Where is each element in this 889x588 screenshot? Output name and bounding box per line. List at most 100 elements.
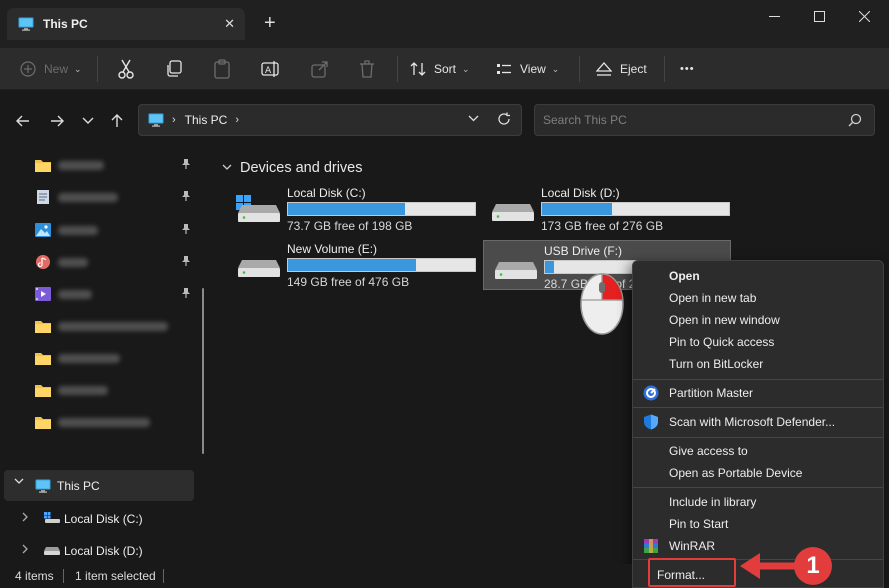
sidebar-item-local-disk-c[interactable]: Local Disk (C:) <box>4 503 194 533</box>
menu-item-turn-on-bitlocker[interactable]: Turn on BitLocker <box>637 353 879 375</box>
view-label: View <box>520 62 546 76</box>
forward-button[interactable] <box>46 110 68 132</box>
drive-icon <box>44 547 60 555</box>
drive-name: USB Drive (F:) <box>544 244 622 258</box>
this-pc-icon <box>35 479 51 493</box>
menu-item-label: Partition Master <box>669 386 754 400</box>
arrow-up-icon <box>111 114 123 127</box>
refresh-icon[interactable] <box>497 112 511 129</box>
menu-item-give-access[interactable]: Give access to <box>637 440 879 462</box>
sidebar-scrollbar[interactable] <box>202 288 204 454</box>
quick-access-item[interactable] <box>0 311 200 341</box>
new-button[interactable]: New ⌄ <box>20 56 82 82</box>
sidebar-item-local-disk-d[interactable]: Local Disk (D:) <box>4 535 194 564</box>
blurred-label <box>58 226 98 235</box>
menu-item-partition-master[interactable]: Partition Master <box>637 382 879 404</box>
view-button[interactable]: View ⌄ <box>496 56 559 82</box>
breadcrumb-chevron-icon[interactable]: › <box>172 114 176 126</box>
toolbar-divider <box>397 56 398 82</box>
eject-icon <box>596 62 612 76</box>
quick-access-item[interactable] <box>0 279 200 309</box>
sort-button[interactable]: Sort ⌄ <box>410 56 470 82</box>
drive-free-text: 173 GB free of 276 GB <box>541 219 664 233</box>
menu-item-include-library[interactable]: Include in library <box>637 491 879 513</box>
group-header-devices[interactable]: Devices and drives <box>222 160 363 176</box>
close-window-button[interactable] <box>848 6 880 26</box>
paste-button[interactable] <box>213 56 231 82</box>
up-button[interactable] <box>106 110 128 132</box>
menu-item-pin-quick-access[interactable]: Pin to Quick access <box>637 331 879 353</box>
chevron-right-icon[interactable] <box>22 544 30 554</box>
chevron-down-icon: ⌄ <box>74 63 82 74</box>
pin-icon <box>182 191 190 201</box>
search-input[interactable] <box>535 105 835 135</box>
toolbar-divider <box>579 56 580 82</box>
breadcrumb-chevron-icon[interactable]: › <box>235 114 239 126</box>
quick-access-item[interactable] <box>0 375 200 405</box>
status-divider <box>63 569 64 583</box>
recent-locations-button[interactable] <box>77 110 99 132</box>
drive-usage-fill <box>288 203 406 215</box>
quick-access-item[interactable] <box>0 407 200 437</box>
rename-button[interactable]: A <box>261 56 279 82</box>
partition-master-icon <box>643 385 659 401</box>
quick-access-item[interactable] <box>0 150 200 180</box>
menu-item-open-in-new-window[interactable]: Open in new window <box>637 309 879 331</box>
quick-access-item[interactable] <box>0 215 200 245</box>
chevron-down-icon <box>222 164 232 170</box>
drive-name: Local Disk (C:) <box>287 186 366 200</box>
close-tab-icon[interactable]: ✕ <box>224 16 235 32</box>
plus-circle-icon <box>20 61 36 77</box>
share-button[interactable] <box>311 56 329 82</box>
tab-this-pc[interactable]: This PC ✕ <box>7 8 245 40</box>
this-pc-icon <box>18 17 34 31</box>
address-bar[interactable]: › This PC › <box>138 104 522 136</box>
chevron-down-icon[interactable] <box>14 478 24 486</box>
drive-tile-c[interactable]: Local Disk (C:) 73.7 GB free of 198 GB <box>227 183 476 233</box>
pin-icon <box>182 224 190 234</box>
trash-icon <box>360 60 374 78</box>
menu-item-label: Open in new window <box>669 313 780 327</box>
new-tab-button[interactable]: + <box>264 12 276 34</box>
chevron-right-icon[interactable] <box>22 512 30 522</box>
menu-item-label: Include in library <box>669 495 757 509</box>
chevron-down-icon: ⌄ <box>551 63 560 74</box>
drive-tile-e[interactable]: New Volume (E:) 149 GB free of 476 GB <box>227 239 476 289</box>
copy-button[interactable] <box>165 56 183 82</box>
back-button[interactable] <box>12 110 34 132</box>
cut-button[interactable] <box>117 56 135 82</box>
search-box[interactable] <box>534 104 875 136</box>
minimize-button[interactable] <box>758 6 790 26</box>
videos-icon <box>35 287 51 301</box>
menu-item-scan-defender[interactable]: Scan with Microsoft Defender... <box>637 411 879 433</box>
arrow-left-icon <box>16 115 29 127</box>
menu-separator <box>633 379 883 380</box>
search-icon[interactable] <box>848 113 862 127</box>
minimize-icon <box>768 15 780 17</box>
menu-item-open[interactable]: Open <box>637 265 879 287</box>
maximize-button[interactable] <box>803 6 835 26</box>
drive-name: Local Disk (D:) <box>541 186 620 200</box>
menu-item-pin-to-start[interactable]: Pin to Start <box>637 513 879 535</box>
eject-button[interactable]: Eject <box>596 56 647 82</box>
drive-tile-d[interactable]: Local Disk (D:) 173 GB free of 276 GB <box>481 183 730 233</box>
address-row: › This PC › <box>0 90 889 150</box>
sidebar-item-this-pc[interactable]: This PC <box>4 470 194 501</box>
title-bar: This PC ✕ + <box>0 0 889 48</box>
menu-item-open-portable-device[interactable]: Open as Portable Device <box>637 462 879 484</box>
address-dropdown-icon[interactable] <box>468 114 479 125</box>
breadcrumb-this-pc[interactable]: This PC <box>185 113 228 127</box>
pictures-icon <box>35 223 51 237</box>
menu-item-open-in-new-tab[interactable]: Open in new tab <box>637 287 879 309</box>
quick-access-item[interactable] <box>0 182 200 212</box>
more-options-button[interactable]: ••• <box>680 56 695 82</box>
quick-access-item[interactable] <box>0 247 200 277</box>
delete-button[interactable] <box>358 56 376 82</box>
maximize-icon <box>813 10 825 22</box>
toolbar-divider <box>97 56 98 82</box>
drive-usage-bar <box>287 258 476 272</box>
new-label: New <box>44 62 69 76</box>
quick-access-item[interactable] <box>0 343 200 373</box>
menu-item-label: Pin to Quick access <box>669 335 775 349</box>
blurred-label <box>58 290 92 299</box>
